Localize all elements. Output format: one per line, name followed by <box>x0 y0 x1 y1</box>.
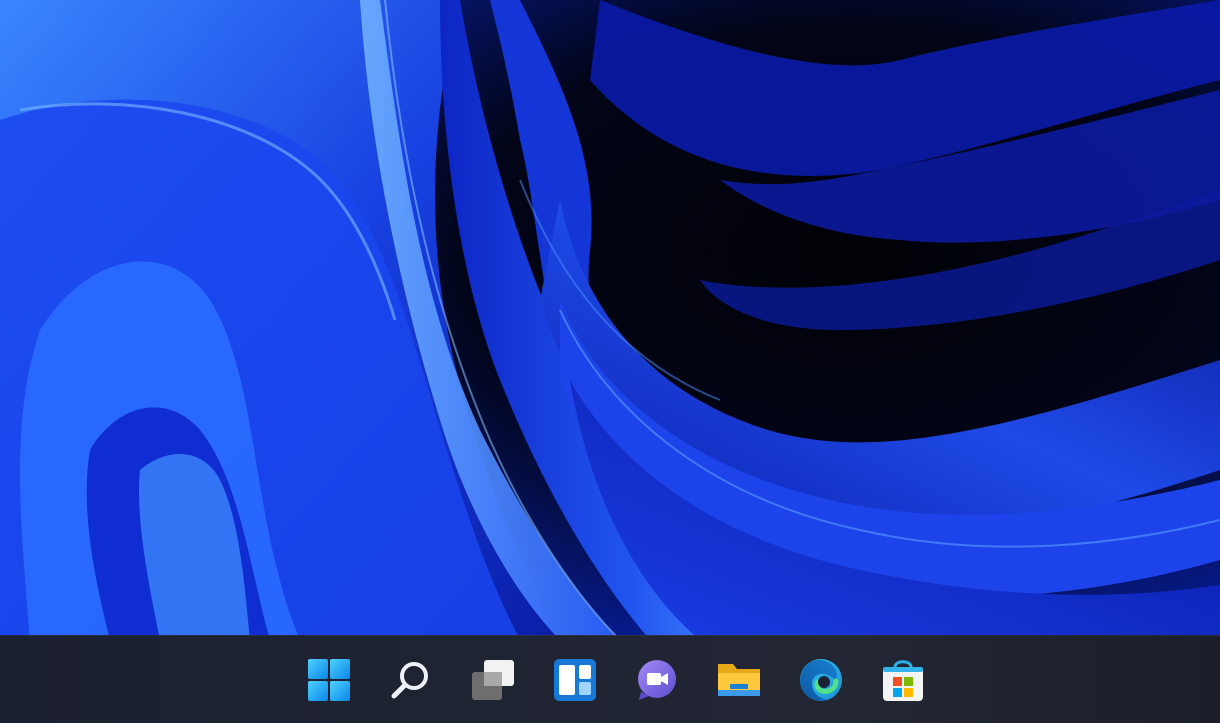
task-view-icon <box>472 660 514 700</box>
file-explorer-button[interactable] <box>698 654 780 706</box>
taskbar <box>0 635 1220 723</box>
windows-logo-icon <box>308 659 350 701</box>
edge-browser-icon <box>800 659 842 701</box>
wallpaper-image <box>0 0 1220 723</box>
teams-chat-icon <box>638 660 676 700</box>
folder-icon <box>718 664 760 696</box>
microsoft-store-icon <box>883 660 923 701</box>
widgets-button[interactable] <box>534 654 616 706</box>
edge-browser-button[interactable] <box>780 654 862 706</box>
search-icon <box>391 662 428 699</box>
chat-button[interactable] <box>616 654 698 706</box>
start-button[interactable] <box>288 654 370 706</box>
desktop <box>0 0 1220 723</box>
microsoft-store-button[interactable] <box>862 654 944 706</box>
widgets-icon <box>554 659 596 701</box>
search-button[interactable] <box>370 654 452 706</box>
task-view-button[interactable] <box>452 654 534 706</box>
taskbar-pinned-apps <box>288 654 944 706</box>
